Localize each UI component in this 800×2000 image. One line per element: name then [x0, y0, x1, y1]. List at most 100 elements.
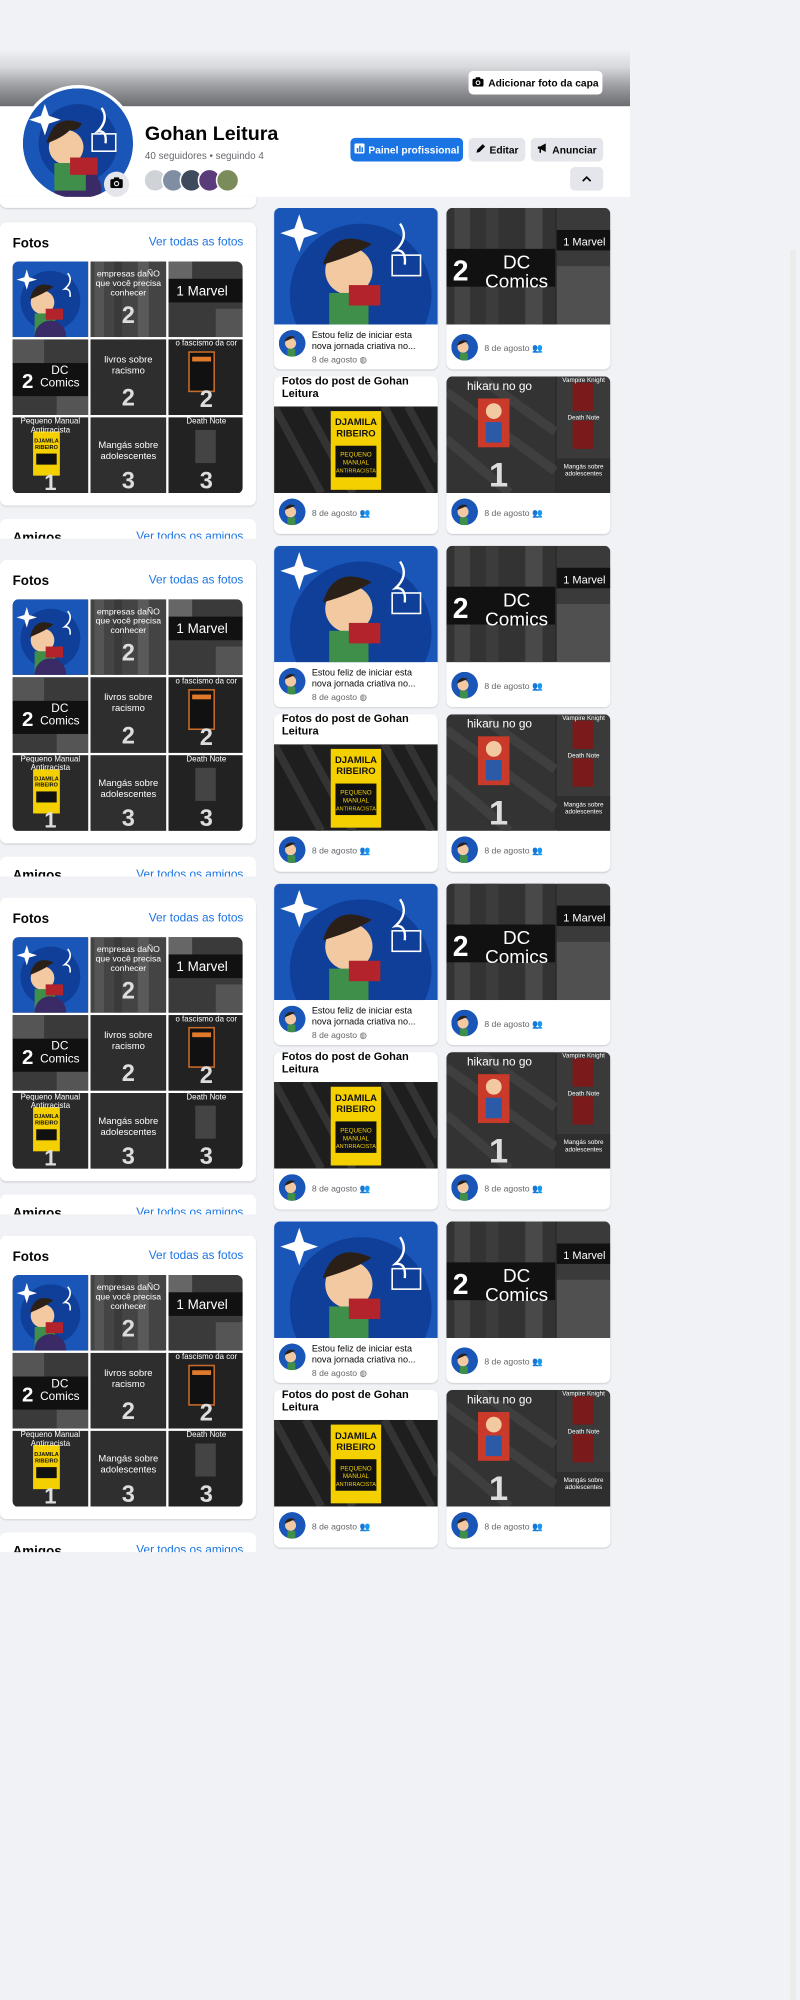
post-date[interactable]: 8 de agosto 👥 [312, 1184, 370, 1193]
post-date[interactable]: 8 de agosto 👥 [484, 681, 542, 691]
post-image[interactable]: 2 1 Marvel DC Comics [446, 883, 611, 1001]
photo-tile[interactable]: 2 empresas daÑO que você precisa conhece… [90, 937, 167, 1013]
photo-tile[interactable]: 2 DC Comics [12, 1352, 89, 1429]
photo-tile[interactable]: 1 Marvel [168, 261, 243, 338]
post-author-avatar[interactable] [451, 671, 479, 699]
post-card[interactable]: Estou feliz de iniciar esta nova jornada… [274, 883, 438, 1046]
post-image[interactable]: DJAMILA RIBEIRO PEQUENO MANUAL ANTIRRACISTA [274, 1419, 438, 1507]
photo-tile[interactable] [12, 1274, 89, 1351]
post-author-avatar[interactable] [451, 836, 479, 864]
post-image[interactable]: DJAMILA RIBEIRO PEQUENO MANUAL ANTIRRACISTA [274, 744, 438, 831]
post-author-avatar[interactable] [451, 498, 479, 526]
post-date[interactable]: 8 de agosto 👥 [484, 1521, 542, 1531]
post-date[interactable]: 8 de agosto 👥 [312, 508, 370, 518]
post-author-avatar[interactable] [278, 1343, 306, 1371]
photo-tile[interactable]: 3 Death Note [168, 1430, 243, 1507]
post-author-avatar[interactable] [451, 1512, 479, 1539]
post-card[interactable]: Fotos do post de Gohan Leitura DJAMILA RI… [274, 376, 438, 534]
post-card[interactable]: 2 1 Marvel DC Comics 8 de agosto 👥 [446, 883, 611, 1046]
post-date[interactable]: 8 de agosto 👥 [484, 1019, 542, 1029]
post-date[interactable]: 8 de agosto 👥 [484, 343, 542, 353]
post-card[interactable]: Fotos do post de Gohan Leitura DJAMILA RI… [274, 714, 438, 872]
post-date[interactable]: 8 de agosto ◍ [312, 1368, 367, 1378]
photo-tile[interactable]: 2 livros sobre racismo [90, 1015, 167, 1091]
post-author-avatar[interactable] [278, 667, 306, 695]
photo-tile[interactable]: 3 Death Note [168, 1093, 243, 1169]
photo-tile[interactable]: 3 Mangás sobre adolescentes [90, 1430, 167, 1507]
photo-tile[interactable]: 3 Death Note [168, 755, 243, 831]
photo-tile[interactable]: 2 o fascismo da cor [168, 1352, 243, 1429]
post-card[interactable]: 1 hikaru no go Vampire Knight Death Note… [446, 1389, 611, 1548]
see-all-friends-link[interactable]: Ver todos os amigos [136, 1206, 243, 1215]
post-card[interactable]: 2 1 Marvel DC Comics 8 de agosto 👥 [446, 545, 611, 708]
post-date[interactable]: 8 de agosto ◍ [312, 1030, 367, 1040]
see-all-photos-link[interactable]: Ver todas as fotos [149, 573, 244, 586]
photo-tile[interactable]: DJAMILA RIBEIRO 1 Pequeno Manual Antirraci… [12, 1430, 89, 1507]
post-card[interactable]: 2 1 Marvel DC Comics 8 de agosto 👥 [446, 207, 611, 370]
post-date[interactable]: 8 de agosto 👥 [312, 846, 370, 856]
post-image[interactable]: DJAMILA RIBEIRO PEQUENO MANUAL ANTIRRACISTA [274, 1082, 438, 1169]
photo-tile[interactable]: 2 empresas daÑO que você precisa conhece… [90, 261, 167, 338]
photo-tile[interactable]: 2 o fascismo da cor [168, 1015, 243, 1091]
post-date[interactable]: 8 de agosto 👥 [312, 1521, 370, 1531]
post-author-avatar[interactable] [278, 1174, 306, 1201]
post-author-avatar[interactable] [278, 1005, 306, 1033]
see-all-photos-link[interactable]: Ver todas as fotos [149, 911, 244, 924]
see-all-friends-link[interactable]: Ver todos os amigos [136, 530, 243, 539]
add-cover-photo-button[interactable]: Adicionar foto da capa [468, 70, 603, 95]
photo-tile[interactable] [12, 261, 89, 338]
post-image[interactable]: 2 1 Marvel DC Comics [446, 1221, 611, 1338]
post-image[interactable] [274, 207, 438, 325]
post-image[interactable]: DJAMILA RIBEIRO PEQUENO MANUAL ANTIRRACISTA [274, 406, 438, 493]
photo-tile[interactable]: 2 empresas daÑO que você precisa conhece… [90, 599, 167, 675]
photo-tile[interactable]: DJAMILA RIBEIRO 1 Pequeno Manual Antirraci… [12, 755, 89, 831]
post-image[interactable] [274, 1221, 438, 1338]
post-author-avatar[interactable] [451, 1347, 479, 1375]
photo-tile[interactable]: 2 o fascismo da cor [168, 339, 243, 416]
post-date[interactable]: 8 de agosto 👥 [484, 1357, 542, 1367]
post-card[interactable]: Estou feliz de iniciar esta nova jornada… [274, 1221, 438, 1383]
post-image[interactable]: 1 hikaru no go Vampire Knight Death Note… [446, 1052, 611, 1169]
edit-button[interactable]: Editar [468, 137, 526, 162]
post-author-avatar[interactable] [278, 836, 306, 864]
photo-tile[interactable]: 3 Death Note [168, 417, 243, 493]
post-date[interactable]: 8 de agosto 👥 [484, 1184, 542, 1193]
photo-tile[interactable]: 2 livros sobre racismo [90, 339, 167, 416]
photo-tile[interactable]: 3 Mangás sobre adolescentes [90, 755, 167, 831]
photo-tile[interactable]: 3 Mangás sobre adolescentes [90, 1093, 167, 1169]
photo-tile[interactable]: 2 o fascismo da cor [168, 677, 243, 753]
photo-tile[interactable]: 2 empresas daÑO que você precisa conhece… [90, 1274, 167, 1351]
scrollbar[interactable] [790, 250, 796, 2000]
avatar-camera-button[interactable] [103, 171, 130, 197]
post-date[interactable]: 8 de agosto ◍ [312, 692, 367, 702]
collapse-button[interactable] [570, 166, 604, 191]
photo-tile[interactable]: DJAMILA RIBEIRO 1 Pequeno Manual Antirraci… [12, 417, 89, 493]
post-image[interactable] [274, 883, 438, 1001]
professional-panel-button[interactable]: Painel profissional [350, 137, 464, 162]
photo-tile[interactable]: 2 DC Comics [12, 339, 89, 416]
post-image[interactable]: 2 1 Marvel DC Comics [446, 207, 611, 325]
post-card[interactable]: Fotos do post de Gohan Leitura DJAMILA RI… [274, 1052, 438, 1210]
photo-tile[interactable]: 2 livros sobre racismo [90, 677, 167, 753]
post-author-avatar[interactable] [451, 1174, 479, 1201]
post-image[interactable] [274, 545, 438, 663]
post-image[interactable]: 2 1 Marvel DC Comics [446, 545, 611, 663]
post-card[interactable]: 2 1 Marvel DC Comics 8 de agosto 👥 [446, 1221, 611, 1383]
photo-tile[interactable] [12, 937, 89, 1013]
see-all-friends-link[interactable]: Ver todos os amigos [136, 1544, 243, 1553]
photo-tile[interactable]: 2 DC Comics [12, 677, 89, 753]
post-card[interactable]: Estou feliz de iniciar esta nova jornada… [274, 545, 438, 708]
post-card[interactable]: 1 hikaru no go Vampire Knight Death Note… [446, 1052, 611, 1210]
post-card[interactable]: 1 hikaru no go Vampire Knight Death Note… [446, 714, 611, 872]
photo-tile[interactable]: 1 Marvel [168, 1274, 243, 1351]
advertise-button[interactable]: Anunciar [530, 137, 604, 162]
see-all-friends-link[interactable]: Ver todos os amigos [136, 868, 243, 877]
post-date[interactable]: 8 de agosto ◍ [312, 354, 367, 364]
see-all-photos-link[interactable]: Ver todas as fotos [149, 235, 244, 248]
photo-tile[interactable]: 2 DC Comics [12, 1015, 89, 1091]
post-card[interactable]: Estou feliz de iniciar esta nova jornada… [274, 207, 438, 370]
post-author-avatar[interactable] [451, 333, 479, 361]
photo-tile[interactable]: 1 Marvel [168, 937, 243, 1013]
photo-tile[interactable]: 3 Mangás sobre adolescentes [90, 417, 167, 493]
photo-tile[interactable]: 2 livros sobre racismo [90, 1352, 167, 1429]
